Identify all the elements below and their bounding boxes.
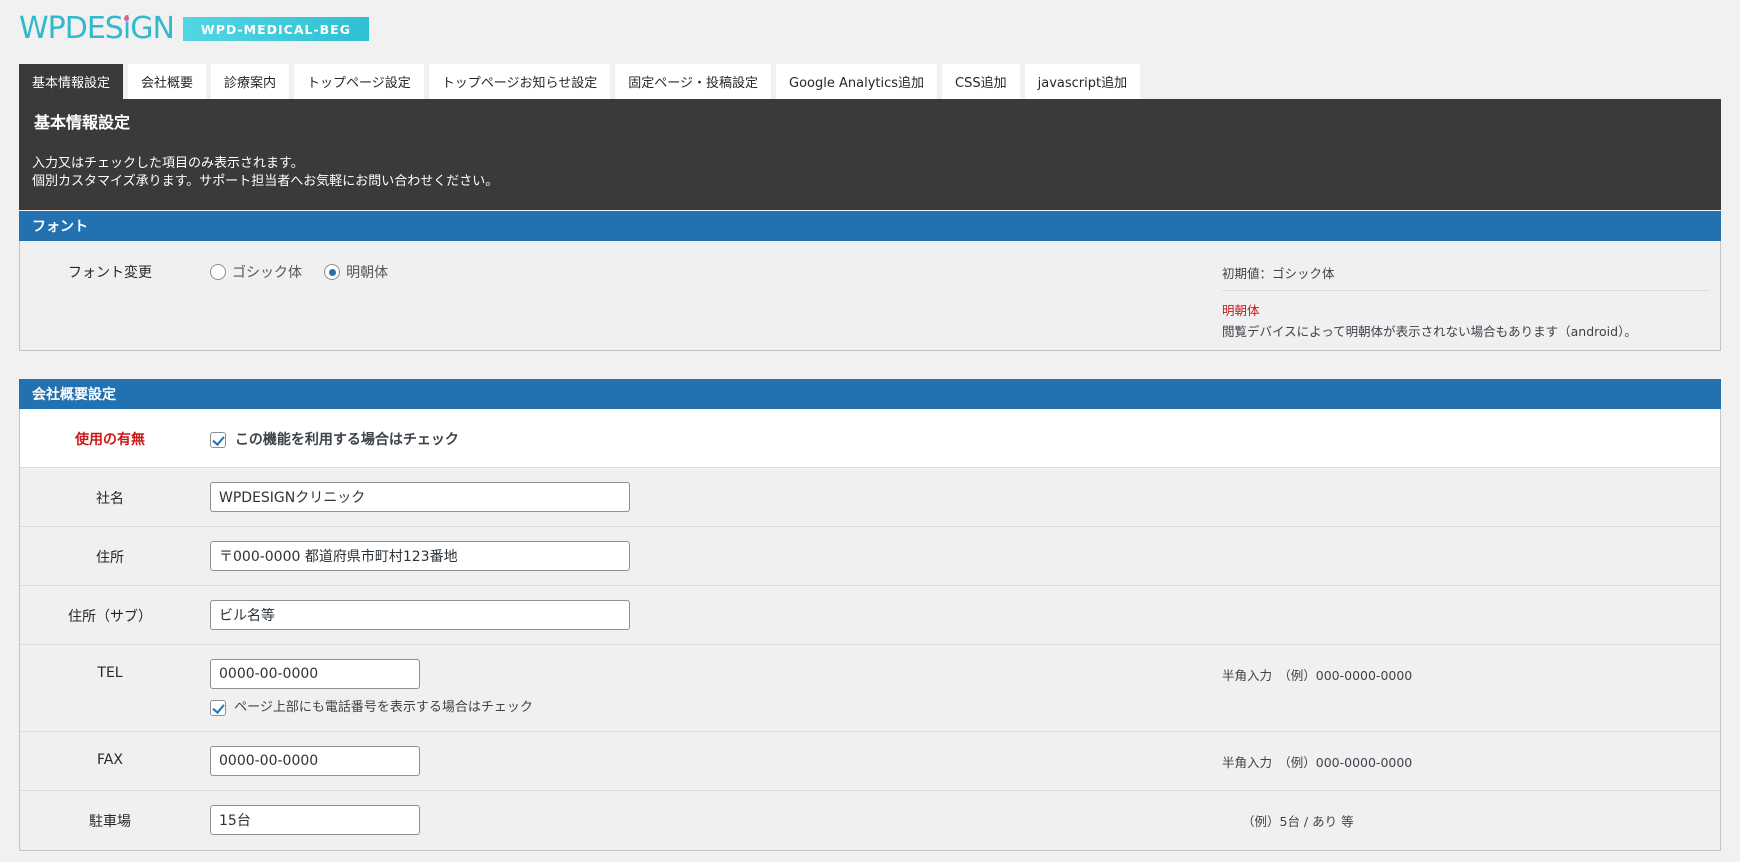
company-name-label: 社名	[96, 491, 124, 507]
mincho-warning-title: 明朝体	[1222, 303, 1260, 318]
tab-basic-info[interactable]: 基本情報設定	[19, 64, 124, 99]
tab-css[interactable]: CSS追加	[942, 64, 1020, 99]
tab-pages-posts[interactable]: 固定ページ・投稿設定	[615, 64, 772, 99]
tab-google-analytics[interactable]: Google Analytics追加	[776, 64, 938, 99]
row-use: 使用の有無 この機能を利用する場合はチェック	[20, 409, 1720, 468]
logo-text: WPDESiGN	[19, 11, 175, 46]
tel-header-checkbox[interactable]	[210, 699, 226, 716]
tab-top-news[interactable]: トップページお知らせ設定	[428, 64, 611, 99]
tab-company[interactable]: 会社概要	[128, 64, 207, 99]
page-title: 基本情報設定	[34, 113, 131, 132]
font-notes: 初期値：ゴシック体 明朝体 閲覧デバイスによって明朝体が表示されない場合もありま…	[1222, 263, 1710, 340]
radio-gothic-control[interactable]	[210, 264, 226, 280]
radio-gothic[interactable]: ゴシック体	[210, 262, 302, 282]
company-section-header: 会社概要設定	[19, 379, 1721, 409]
address-input[interactable]	[210, 541, 630, 571]
tel-header-checkbox-label[interactable]: ページ上部にも電話番号を表示する場合はチェック	[234, 700, 533, 715]
row-tel: TEL ページ上部にも電話番号を表示する場合はチェック 半角入力 （例）000-…	[20, 645, 1720, 732]
intro-line-2: 個別カスタマイズ承ります。サポート担当者へお気軽にお問い合わせください。	[32, 174, 499, 189]
radio-mincho[interactable]: 明朝体	[324, 262, 388, 282]
company-section-box: 使用の有無 この機能を利用する場合はチェック 社名 住所 住所（サブ） TEL …	[19, 409, 1721, 851]
tel-note: 半角入力 （例）000-0000-0000	[1222, 668, 1413, 683]
fax-label: FAX	[97, 752, 123, 768]
use-checkbox-label[interactable]: この機能を利用する場合はチェック	[235, 432, 459, 448]
settings-tabs: 基本情報設定 会社概要 診療案内 トップページ設定 トップページお知らせ設定 固…	[19, 64, 1145, 99]
company-name-input[interactable]	[210, 482, 630, 512]
radio-mincho-control[interactable]	[324, 264, 341, 280]
parking-label: 駐車場	[89, 814, 131, 830]
use-label: 使用の有無	[75, 432, 145, 448]
tab-javascript[interactable]: javascript追加	[1024, 64, 1141, 99]
row-address-sub: 住所（サブ）	[20, 586, 1720, 645]
parking-input[interactable]	[210, 805, 420, 835]
font-default-note: 初期値：ゴシック体	[1222, 263, 1710, 291]
address-label: 住所	[96, 550, 124, 566]
font-radio-group: ゴシック体 明朝体	[210, 262, 406, 284]
row-company-name: 社名	[20, 468, 1720, 527]
parking-note: （例）5台 / あり 等	[1242, 814, 1354, 829]
row-parking: 駐車場 （例）5台 / あり 等	[20, 791, 1720, 850]
mincho-warning-text: 閲覧デバイスによって明朝体が表示されない場合もあります（android）。	[1222, 324, 1637, 339]
logo: WPDESiGN WPD-MEDICAL-BEG	[19, 14, 369, 44]
font-section-header: フォント	[19, 211, 1721, 241]
font-section-box: フォント変更 ゴシック体 明朝体 初期値：ゴシック体 明朝体 閲覧デバイスによっ…	[19, 241, 1721, 351]
tab-medical-guide[interactable]: 診療案内	[211, 64, 290, 99]
tel-label: TEL	[97, 665, 123, 681]
address-sub-label: 住所（サブ）	[68, 609, 152, 625]
use-checkbox[interactable]	[210, 432, 226, 448]
address-sub-input[interactable]	[210, 600, 630, 630]
tab-top-page[interactable]: トップページ設定	[294, 64, 424, 99]
tel-input[interactable]	[210, 659, 420, 689]
fax-note: 半角入力 （例）000-0000-0000	[1222, 755, 1413, 770]
intro-line-1: 入力又はチェックした項目のみ表示されます。	[32, 156, 304, 171]
fax-input[interactable]	[210, 746, 420, 776]
row-fax: FAX 半角入力 （例）000-0000-0000	[20, 732, 1720, 791]
intro-panel: 基本情報設定 入力又はチェックした項目のみ表示されます。 個別カスタマイズ承りま…	[19, 99, 1721, 210]
row-address: 住所	[20, 527, 1720, 586]
font-change-label: フォント変更	[68, 265, 152, 281]
product-badge: WPD-MEDICAL-BEG	[182, 17, 369, 41]
